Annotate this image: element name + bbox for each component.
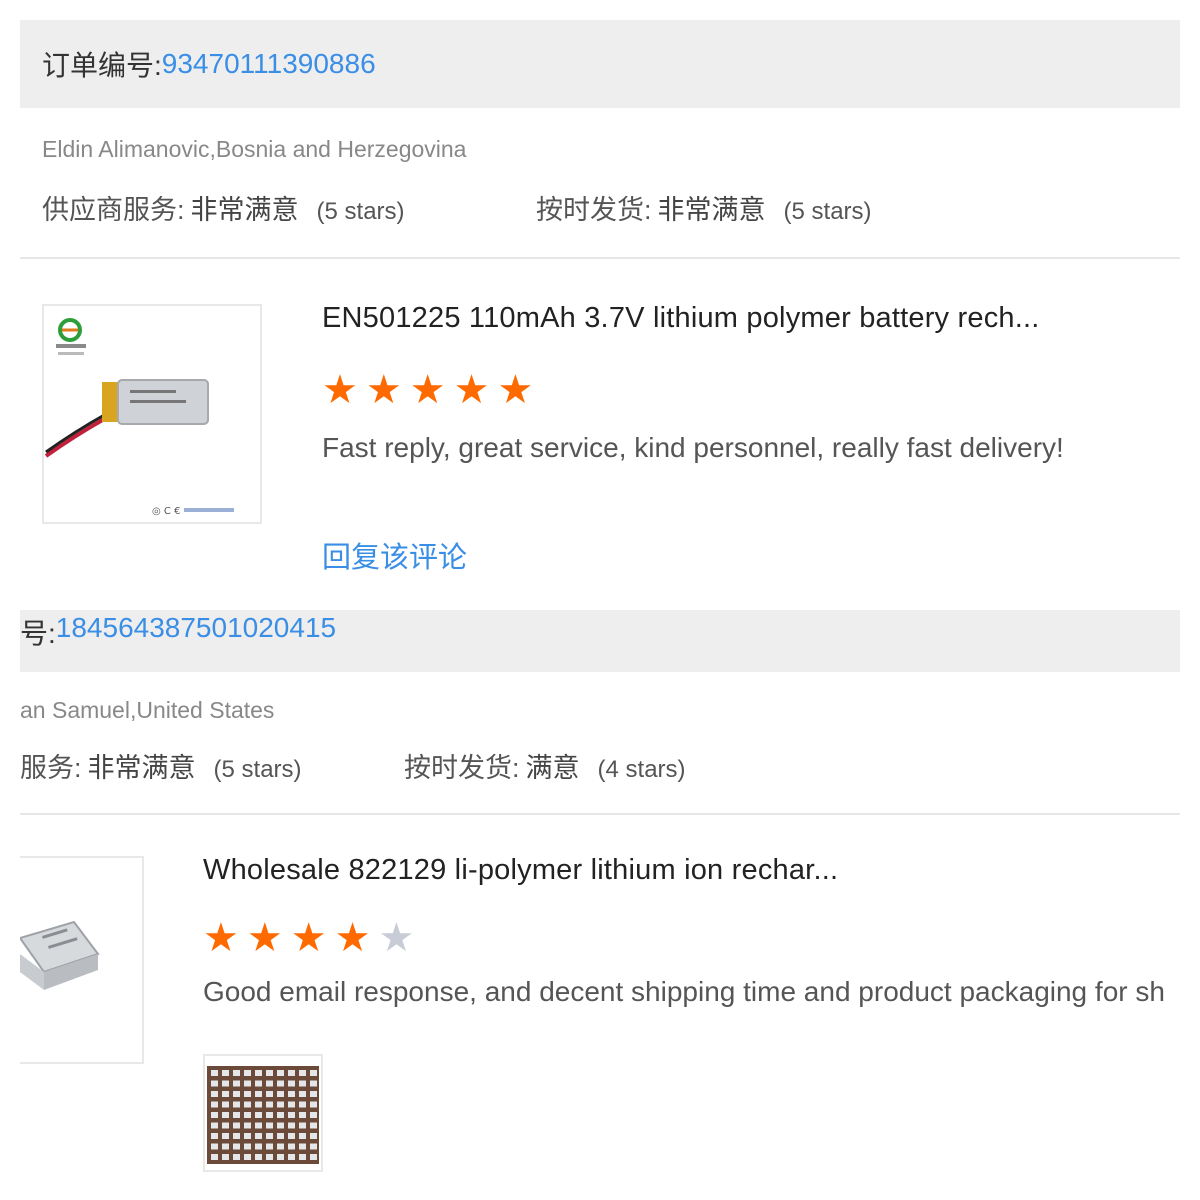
reply-to-review-link[interactable]: 回复该评论 bbox=[322, 534, 467, 576]
star-rating: ★ ★ ★ ★ ★ bbox=[203, 918, 414, 958]
svg-text:◎ C €: ◎ C € bbox=[152, 506, 180, 517]
star-icon: ★ bbox=[365, 368, 402, 412]
star-icon: ★ bbox=[203, 916, 239, 960]
shipping-label: 按时发货: bbox=[404, 753, 520, 783]
packaging-photo bbox=[205, 1056, 321, 1170]
review-photo[interactable] bbox=[203, 1054, 323, 1172]
battery-image bbox=[20, 858, 142, 1062]
divider bbox=[20, 813, 1180, 815]
star-icon: ★ bbox=[453, 368, 490, 412]
product-title-link[interactable]: EN501225 110mAh 3.7V lithium polymer bat… bbox=[322, 302, 1040, 335]
star-icon: ★ bbox=[290, 916, 327, 960]
shipping-rating: 按时发货: 满意 (4 stars) bbox=[404, 746, 686, 785]
seller-ratings: 服务: 非常满意 (5 stars) 按时发货: 满意 (4 stars) bbox=[20, 746, 686, 785]
supplier-service-rating: 服务: 非常满意 (5 stars) bbox=[20, 746, 404, 785]
shipping-rating: 按时发货: 非常满意 (5 stars) bbox=[536, 188, 872, 227]
supplier-service-value: 非常满意 bbox=[87, 753, 196, 783]
supplier-service-value: 非常满意 bbox=[190, 195, 299, 225]
supplier-service-label: 服务: bbox=[20, 753, 82, 783]
shipping-value: 非常满意 bbox=[657, 195, 766, 225]
product-thumbnail[interactable]: ◎ C € bbox=[42, 304, 262, 524]
supplier-service-stars: (5 stars) bbox=[316, 198, 405, 225]
supplier-service-rating: 供应商服务: 非常满意 (5 stars) bbox=[42, 188, 536, 227]
star-empty-icon: ★ bbox=[378, 916, 415, 960]
order-number-link[interactable]: 184564387501020415 bbox=[56, 612, 336, 644]
star-icon: ★ bbox=[409, 368, 446, 412]
seller-ratings: 供应商服务: 非常满意 (5 stars) 按时发货: 非常满意 (5 star… bbox=[42, 188, 872, 227]
product-thumbnail[interactable] bbox=[20, 856, 144, 1064]
order-number-link[interactable]: 93470111390886 bbox=[162, 48, 376, 80]
battery-image: ◎ C € bbox=[44, 306, 260, 522]
star-icon: ★ bbox=[334, 916, 371, 960]
order-header: 订单编号: 93470111390886 bbox=[20, 20, 1180, 108]
order-number-label: 号: bbox=[20, 618, 56, 649]
review-text: Fast reply, great service, kind personne… bbox=[322, 432, 1064, 463]
supplier-service-stars: (5 stars) bbox=[213, 756, 302, 783]
buyer-name: Eldin Alimanovic,Bosnia and Herzegovina bbox=[42, 136, 467, 162]
shipping-stars: (4 stars) bbox=[597, 756, 686, 783]
shipping-label: 按时发货: bbox=[536, 195, 652, 225]
buyer-name: an Samuel,United States bbox=[20, 697, 275, 723]
star-icon: ★ bbox=[246, 916, 283, 960]
supplier-service-label: 供应商服务: bbox=[42, 195, 185, 225]
star-icon: ★ bbox=[497, 368, 534, 412]
shipping-stars: (5 stars) bbox=[783, 198, 872, 225]
star-icon: ★ bbox=[322, 368, 358, 412]
review-text: Good email response, and decent shipping… bbox=[203, 976, 1165, 1007]
shipping-value: 满意 bbox=[525, 753, 580, 783]
star-rating: ★ ★ ★ ★ ★ bbox=[322, 370, 533, 410]
order-header: 号: 184564387501020415 bbox=[20, 610, 1180, 672]
order-number-label: 订单编号: bbox=[42, 50, 162, 81]
divider bbox=[20, 257, 1180, 259]
product-title-link[interactable]: Wholesale 822129 li-polymer lithium ion … bbox=[203, 854, 838, 887]
